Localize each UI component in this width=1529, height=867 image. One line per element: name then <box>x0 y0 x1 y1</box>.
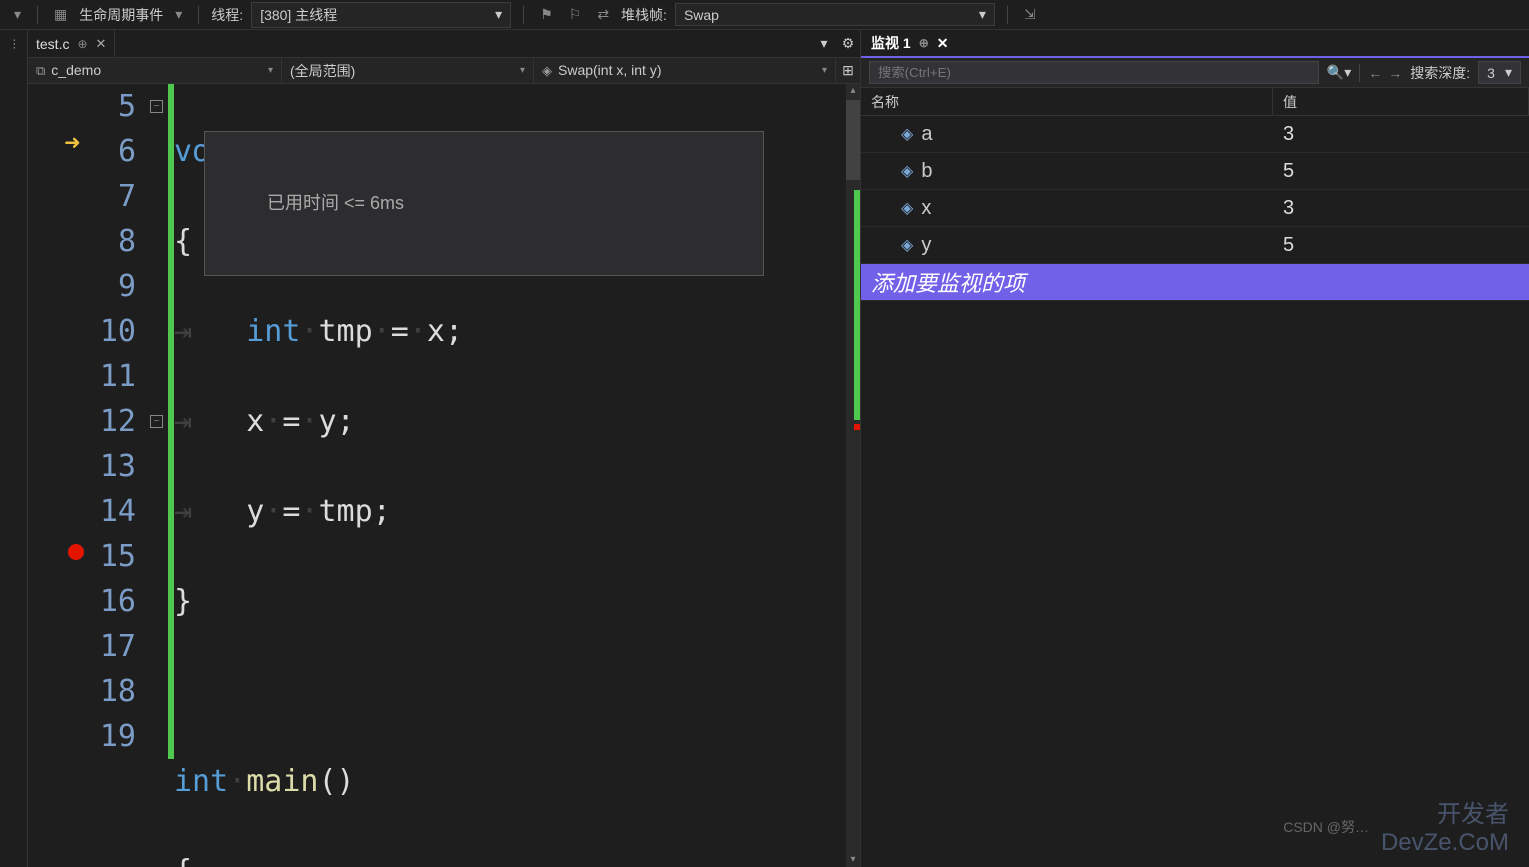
split-icon[interactable]: ⊞ <box>836 58 860 83</box>
watch-tab[interactable]: 监视 1 ⊕ ✕ <box>861 30 958 56</box>
column-name[interactable]: 名称 <box>861 88 1273 115</box>
scroll-up-icon[interactable]: ▴ <box>846 84 860 98</box>
pin-icon[interactable]: ⊕ <box>919 36 929 50</box>
chevron-down-icon[interactable]: ▾ <box>171 4 186 25</box>
editor-tabs: test.c ⊕ ✕ ▾ ⚙ <box>28 30 860 58</box>
execution-pointer-icon: ➜ <box>64 130 81 155</box>
close-icon[interactable]: ✕ <box>937 35 949 52</box>
watch-rows: ◈a 3 ◈b 5 ◈x 3 ◈y 5 添加要监视的项 <box>861 116 1529 867</box>
perf-tooltip: 已用时间 <= 6ms <box>204 131 764 276</box>
pin-icon[interactable]: ⊕ <box>77 37 87 51</box>
function-dropdown[interactable]: ◈Swap(int x, int y) ▾ <box>534 58 836 83</box>
dropdown-icon[interactable]: ▾ <box>10 4 25 25</box>
debug-toolbar: ▾ ▦ 生命周期事件 ▾ 线程: [380] 主线程 ▾ ⚑ ⚐ ⇄ 堆栈帧: … <box>0 0 1529 30</box>
add-watch-row[interactable]: 添加要监视的项 <box>861 264 1529 301</box>
fold-minus-icon[interactable]: − <box>150 415 163 428</box>
side-tab[interactable]: … <box>0 30 22 58</box>
lifecycle-label: 生命周期事件 <box>79 5 163 25</box>
scroll-down-icon[interactable]: ▾ <box>846 853 860 867</box>
thread-dropdown[interactable]: [380] 主线程 ▾ <box>251 2 511 28</box>
thread-value: [380] 主线程 <box>260 5 337 25</box>
next-match-icon[interactable]: → <box>1388 65 1402 81</box>
scope-dropdown[interactable]: (全局范围) ▾ <box>282 58 534 83</box>
stackframe-label: 堆栈帧: <box>621 5 667 25</box>
lifecycle-icon[interactable]: ▦ <box>50 4 71 25</box>
chevron-down-icon: ▾ <box>1505 64 1512 81</box>
watch-row[interactable]: ◈b 5 <box>861 153 1529 190</box>
csdn-watermark: CSDN @努… <box>1283 817 1369 837</box>
side-strip: … <box>0 30 28 867</box>
devze-watermark: 开发者 DevZe.CoM <box>1381 794 1509 857</box>
watch-columns: 名称 值 <box>861 88 1529 116</box>
file-tab[interactable]: test.c ⊕ ✕ <box>28 30 115 57</box>
breakpoint-icon[interactable] <box>68 544 84 560</box>
navigation-bar: ⧉c_demo ▾ (全局范围) ▾ ◈Swap(int x, int y) ▾… <box>28 58 860 84</box>
column-value[interactable]: 值 <box>1273 88 1529 115</box>
watch-row[interactable]: ◈x 3 <box>861 190 1529 227</box>
watch-row[interactable]: ◈a 3 <box>861 116 1529 153</box>
vertical-scrollbar[interactable]: ▴ ▾ <box>846 84 860 867</box>
flag-outline-icon[interactable]: ⚐ <box>565 4 586 25</box>
chevron-down-icon: ▾ <box>495 6 502 23</box>
variable-icon: ◈ <box>901 235 913 255</box>
editor-panel: test.c ⊕ ✕ ▾ ⚙ ⧉c_demo ▾ (全局范围) ▾ ◈Swap(… <box>28 30 861 867</box>
variable-icon: ◈ <box>901 124 913 144</box>
watch-search-input[interactable] <box>869 61 1319 84</box>
preview-icon[interactable]: ▾ <box>812 30 836 57</box>
project-dropdown[interactable]: ⧉c_demo ▾ <box>28 58 282 83</box>
search-icon[interactable]: 🔍▾ <box>1327 64 1351 81</box>
watch-search-bar: 🔍▾ ← → 搜索深度: 3 ▾ <box>861 58 1529 88</box>
scrollbar-thumb[interactable] <box>846 100 860 180</box>
fold-column[interactable]: − − <box>148 84 168 867</box>
variable-icon: ◈ <box>901 198 913 218</box>
tab-filename: test.c <box>36 36 69 52</box>
close-icon[interactable]: ✕ <box>96 36 107 52</box>
fold-minus-icon[interactable]: − <box>150 100 163 113</box>
watch-panel: 监视 1 ⊕ ✕ 🔍▾ ← → 搜索深度: 3 ▾ 名称 值 <box>861 30 1529 867</box>
watch-tab-label: 监视 1 <box>871 33 911 53</box>
thread-label: 线程: <box>211 5 243 25</box>
link-icon[interactable]: ⇄ <box>593 4 613 25</box>
prev-match-icon[interactable]: ← <box>1368 65 1382 81</box>
overflow-icon[interactable]: ⇲ <box>1020 4 1040 25</box>
search-depth-dropdown[interactable]: 3 ▾ <box>1478 61 1521 84</box>
stackframe-value: Swap <box>684 7 719 23</box>
line-numbers: 567 8910 111213 141516 171819 <box>93 84 148 867</box>
variable-icon: ◈ <box>901 161 913 181</box>
watch-tabs: 监视 1 ⊕ ✕ <box>861 30 1529 58</box>
code-editor[interactable]: ➜ 567 8910 111213 141516 171819 − − void… <box>28 84 860 867</box>
gear-icon[interactable]: ⚙ <box>836 30 860 57</box>
search-depth-label: 搜索深度: <box>1410 63 1470 83</box>
chevron-down-icon: ▾ <box>979 6 986 23</box>
flag-icon[interactable]: ⚑ <box>536 4 557 25</box>
code-content[interactable]: void·Swap(int·x,·int·y) { ⇥ int·tmp·=·x;… <box>174 84 846 867</box>
breakpoint-gutter[interactable]: ➜ <box>28 84 93 867</box>
watch-row[interactable]: ◈y 5 <box>861 227 1529 264</box>
stackframe-dropdown[interactable]: Swap ▾ <box>675 3 995 26</box>
